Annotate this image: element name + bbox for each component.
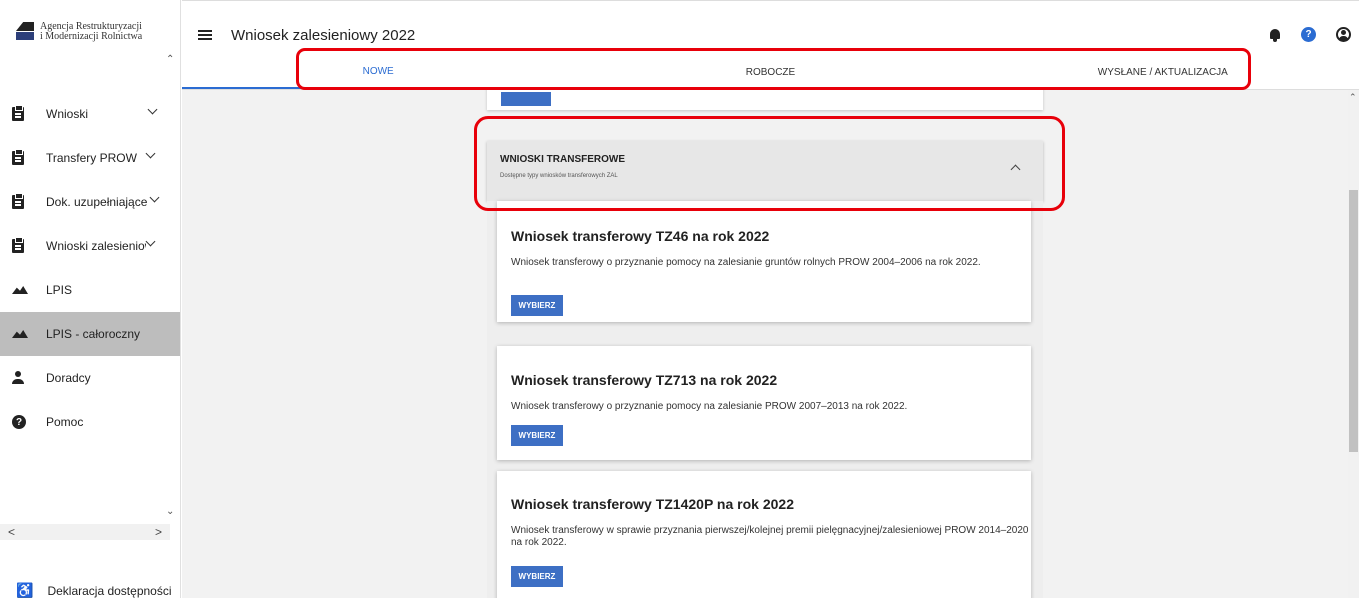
terrain-icon bbox=[12, 282, 34, 298]
sidebar-item-lpis[interactable]: LPIS bbox=[0, 268, 180, 312]
sidebar-item-label: Dok. uzupełniające bbox=[46, 195, 148, 209]
accessibility-declaration-link[interactable]: ♿ Deklaracja dostępności bbox=[16, 582, 172, 598]
panel-body: Wniosek transferowy TZ46 na rok 2022 Wni… bbox=[487, 201, 1043, 598]
menu-icon[interactable] bbox=[198, 30, 212, 40]
help-icon[interactable]: ? bbox=[1301, 27, 1316, 42]
sidebar-item-wnioski-zalesieniowe[interactable]: Wnioski zalesieniowe bbox=[0, 224, 180, 268]
help-icon: ? bbox=[12, 414, 34, 430]
brand-name: Agencja Restrukturyzacji i Modernizacji … bbox=[40, 21, 143, 42]
chevron-down-icon bbox=[145, 236, 156, 247]
wybierz-button[interactable] bbox=[501, 92, 551, 106]
main-vertical-scrollbar[interactable]: ⌃ bbox=[1348, 90, 1359, 598]
wheelchair-icon: ♿ bbox=[16, 582, 34, 598]
page-title: Wniosek zalesieniowy 2022 bbox=[231, 27, 416, 44]
arimr-logo[interactable]: Agencja Restrukturyzacji i Modernizacji … bbox=[16, 22, 142, 42]
clipboard-icon bbox=[12, 149, 34, 166]
scroll-right-icon[interactable]: > bbox=[155, 525, 162, 539]
previous-card bbox=[487, 90, 1043, 110]
top-actions: ? bbox=[1269, 27, 1351, 42]
sidebar-horizontal-scrollbar[interactable]: < > bbox=[0, 524, 170, 540]
wybierz-button[interactable]: WYBIERZ bbox=[511, 425, 563, 446]
card-title: Wniosek transferowy TZ46 na rok 2022 bbox=[511, 228, 770, 244]
highlight-panel-annotation bbox=[474, 116, 1065, 211]
sidebar-item-pomoc[interactable]: ? Pomoc bbox=[0, 400, 180, 444]
card-title: Wniosek transferowy TZ1420P na rok 2022 bbox=[511, 496, 794, 512]
sidebar-nav: Wnioski Transfery PROW Dok. uzupełniając… bbox=[0, 92, 180, 444]
scroll-up-icon[interactable]: ⌃ bbox=[1349, 92, 1357, 103]
sidebar-item-label: LPIS bbox=[46, 283, 73, 297]
card-tz1420p: Wniosek transferowy TZ1420P na rok 2022 … bbox=[497, 471, 1031, 598]
person-icon bbox=[12, 370, 34, 386]
sidebar-item-lpis-caloroczny[interactable]: LPIS - całoroczny bbox=[0, 312, 180, 356]
wybierz-button[interactable]: WYBIERZ bbox=[511, 566, 563, 587]
sidebar-item-label: Wnioski zalesieniowe bbox=[46, 239, 146, 253]
sidebar-item-label: LPIS - całoroczny bbox=[46, 327, 141, 341]
sidebar-item-label: Pomoc bbox=[46, 415, 84, 429]
clipboard-icon bbox=[12, 105, 34, 122]
sidebar-item-label: Transfery PROW bbox=[46, 151, 137, 165]
highlight-tabs-annotation bbox=[296, 48, 1251, 90]
wybierz-button[interactable]: WYBIERZ bbox=[511, 295, 563, 316]
user-icon[interactable] bbox=[1336, 27, 1351, 42]
scroll-left-icon[interactable]: < bbox=[8, 525, 15, 539]
chevron-down-icon bbox=[145, 148, 156, 159]
sidebar-item-wnioski[interactable]: Wnioski bbox=[0, 92, 180, 136]
sidebar-scroll-up-icon[interactable]: ⌃ bbox=[166, 54, 174, 65]
card-title: Wniosek transferowy TZ713 na rok 2022 bbox=[511, 372, 778, 388]
sidebar-scroll-down-icon[interactable]: ⌄ bbox=[166, 506, 174, 517]
card-description: Wniosek transferowy o przyznanie pomocy … bbox=[511, 257, 981, 268]
card-description: Wniosek transferowy o przyznanie pomocy … bbox=[511, 401, 908, 412]
sidebar: Agencja Restrukturyzacji i Modernizacji … bbox=[0, 0, 181, 598]
chevron-down-icon bbox=[147, 104, 158, 115]
card-description: Wniosek transferowy w sprawie przyznania… bbox=[511, 525, 1029, 548]
arimr-logo-icon bbox=[16, 22, 34, 40]
bell-icon[interactable] bbox=[1269, 28, 1281, 42]
clipboard-icon bbox=[12, 237, 34, 254]
card-tz713: Wniosek transferowy TZ713 na rok 2022 Wn… bbox=[497, 346, 1031, 460]
sidebar-item-label: Doradcy bbox=[46, 371, 91, 385]
clipboard-icon bbox=[12, 193, 34, 210]
sidebar-item-dok-uzupelniajace[interactable]: Dok. uzupełniające bbox=[0, 180, 180, 224]
sidebar-item-doradcy[interactable]: Doradcy bbox=[0, 356, 180, 400]
sidebar-item-label: Wnioski bbox=[46, 107, 89, 121]
sidebar-item-transfery-prow[interactable]: Transfery PROW bbox=[0, 136, 180, 180]
chevron-down-icon bbox=[149, 192, 160, 203]
terrain-icon bbox=[12, 326, 34, 342]
card-tz46: Wniosek transferowy TZ46 na rok 2022 Wni… bbox=[497, 201, 1031, 322]
scrollbar-thumb[interactable] bbox=[1349, 190, 1358, 452]
